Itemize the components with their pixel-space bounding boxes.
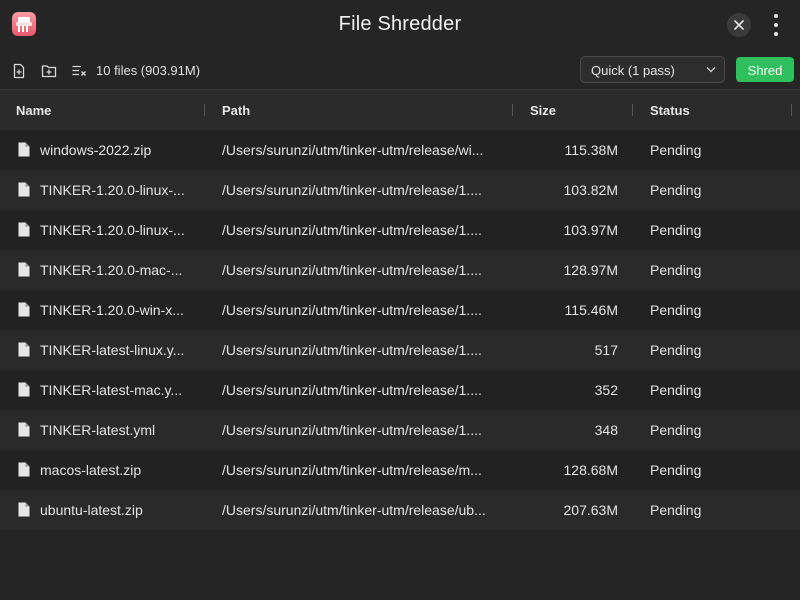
column-resizer[interactable] xyxy=(791,104,792,116)
file-status: Pending xyxy=(650,302,702,318)
file-icon xyxy=(18,222,30,237)
column-header-status[interactable]: Status xyxy=(650,103,690,118)
app-window: File Shredder 10 files (903.91M) Quick (… xyxy=(0,0,800,600)
add-file-button[interactable] xyxy=(11,63,27,79)
file-size: 103.82M xyxy=(563,182,618,198)
file-name: TINKER-1.20.0-mac-... xyxy=(40,262,183,278)
more-dot-icon xyxy=(774,32,778,36)
file-status: Pending xyxy=(650,422,702,438)
add-folder-icon xyxy=(41,65,57,78)
column-resizer[interactable] xyxy=(632,104,633,116)
table-row[interactable]: windows-2022.zip /Users/surunzi/utm/tink… xyxy=(0,130,800,170)
column-resizer[interactable] xyxy=(204,104,205,116)
file-name: TINKER-latest-linux.y... xyxy=(40,342,185,358)
file-name: TINKER-1.20.0-win-x... xyxy=(40,302,184,318)
file-icon xyxy=(18,422,30,437)
file-path: /Users/surunzi/utm/tinker-utm/release/ub… xyxy=(222,502,486,518)
table-row[interactable]: TINKER-1.20.0-linux-... /Users/surunzi/u… xyxy=(0,210,800,250)
app-title: File Shredder xyxy=(338,13,462,35)
file-size: 207.63M xyxy=(563,502,618,518)
file-status: Pending xyxy=(650,142,702,158)
title-bar: File Shredder xyxy=(0,0,800,50)
more-dot-icon xyxy=(774,23,778,27)
file-path: /Users/surunzi/utm/tinker-utm/release/1.… xyxy=(222,182,482,198)
file-icon xyxy=(18,502,30,517)
clear-list-button[interactable] xyxy=(71,63,87,79)
shred-mode-select[interactable]: Quick (1 pass) xyxy=(580,56,725,83)
column-header-size[interactable]: Size xyxy=(530,103,556,118)
file-path: /Users/surunzi/utm/tinker-utm/release/wi… xyxy=(222,142,484,158)
table-row[interactable]: TINKER-1.20.0-win-x... /Users/surunzi/ut… xyxy=(0,290,800,330)
column-header-path[interactable]: Path xyxy=(222,103,250,118)
add-file-icon xyxy=(13,63,25,79)
more-dot-icon xyxy=(774,14,778,18)
file-name: TINKER-latest-mac.y... xyxy=(40,382,183,398)
file-icon xyxy=(18,182,30,197)
file-status: Pending xyxy=(650,462,702,478)
file-status: Pending xyxy=(650,502,702,518)
file-name: TINKER-1.20.0-linux-... xyxy=(40,222,185,238)
file-status: Pending xyxy=(650,182,702,198)
table-row[interactable]: TINKER-latest-linux.y... /Users/surunzi/… xyxy=(0,330,800,370)
table-row[interactable]: TINKER-1.20.0-linux-... /Users/surunzi/u… xyxy=(0,170,800,210)
close-icon xyxy=(734,20,744,30)
column-header-name[interactable]: Name xyxy=(16,103,51,118)
file-icon xyxy=(18,302,30,317)
table-row[interactable]: ubuntu-latest.zip /Users/surunzi/utm/tin… xyxy=(0,490,800,530)
file-size: 128.68M xyxy=(563,462,618,478)
file-icon xyxy=(18,262,30,277)
file-path: /Users/surunzi/utm/tinker-utm/release/1.… xyxy=(222,422,482,438)
file-icon xyxy=(18,462,30,477)
shred-button[interactable]: Shred xyxy=(736,57,794,82)
file-path: /Users/surunzi/utm/tinker-utm/release/1.… xyxy=(222,342,482,358)
file-size: 348 xyxy=(594,422,618,438)
file-path: /Users/surunzi/utm/tinker-utm/release/1.… xyxy=(222,262,482,278)
table-row[interactable]: TINKER-latest.yml /Users/surunzi/utm/tin… xyxy=(0,410,800,450)
file-status: Pending xyxy=(650,262,702,278)
table-row[interactable]: TINKER-1.20.0-mac-... /Users/surunzi/utm… xyxy=(0,250,800,290)
file-size: 103.97M xyxy=(563,222,618,238)
file-path: /Users/surunzi/utm/tinker-utm/release/1.… xyxy=(222,302,482,318)
chevron-down-icon xyxy=(706,67,716,73)
file-name: windows-2022.zip xyxy=(40,142,152,158)
file-count-text: 10 files (903.91M) xyxy=(96,63,201,78)
file-size: 517 xyxy=(594,342,618,358)
file-name: TINKER-1.20.0-linux-... xyxy=(40,182,185,198)
file-path: /Users/surunzi/utm/tinker-utm/release/m.… xyxy=(222,462,482,478)
file-icon xyxy=(18,342,30,357)
file-size: 128.97M xyxy=(563,262,618,278)
file-name: TINKER-latest.yml xyxy=(40,422,156,438)
add-folder-button[interactable] xyxy=(41,63,57,79)
file-size: 115.38M xyxy=(564,142,618,158)
close-button[interactable] xyxy=(727,13,751,37)
table-header: Name Path Size Status xyxy=(0,90,800,130)
file-path: /Users/surunzi/utm/tinker-utm/release/1.… xyxy=(222,382,482,398)
more-options-button[interactable] xyxy=(768,12,784,38)
file-path: /Users/surunzi/utm/tinker-utm/release/1.… xyxy=(222,222,482,238)
file-icon xyxy=(18,142,30,157)
file-size: 352 xyxy=(594,382,618,398)
empty-area xyxy=(0,530,800,600)
toolbar: 10 files (903.91M) Quick (1 pass) Shred xyxy=(0,50,800,90)
shred-mode-value: Quick (1 pass) xyxy=(591,63,675,78)
file-name: macos-latest.zip xyxy=(40,462,142,478)
file-size: 115.46M xyxy=(564,302,618,318)
file-status: Pending xyxy=(650,342,702,358)
column-resizer[interactable] xyxy=(512,104,513,116)
file-icon xyxy=(18,382,30,397)
clear-list-icon xyxy=(72,65,86,76)
file-status: Pending xyxy=(650,222,702,238)
table-row[interactable]: macos-latest.zip /Users/surunzi/utm/tink… xyxy=(0,450,800,490)
table-row[interactable]: TINKER-latest-mac.y... /Users/surunzi/ut… xyxy=(0,370,800,410)
file-status: Pending xyxy=(650,382,702,398)
file-name: ubuntu-latest.zip xyxy=(40,502,143,518)
